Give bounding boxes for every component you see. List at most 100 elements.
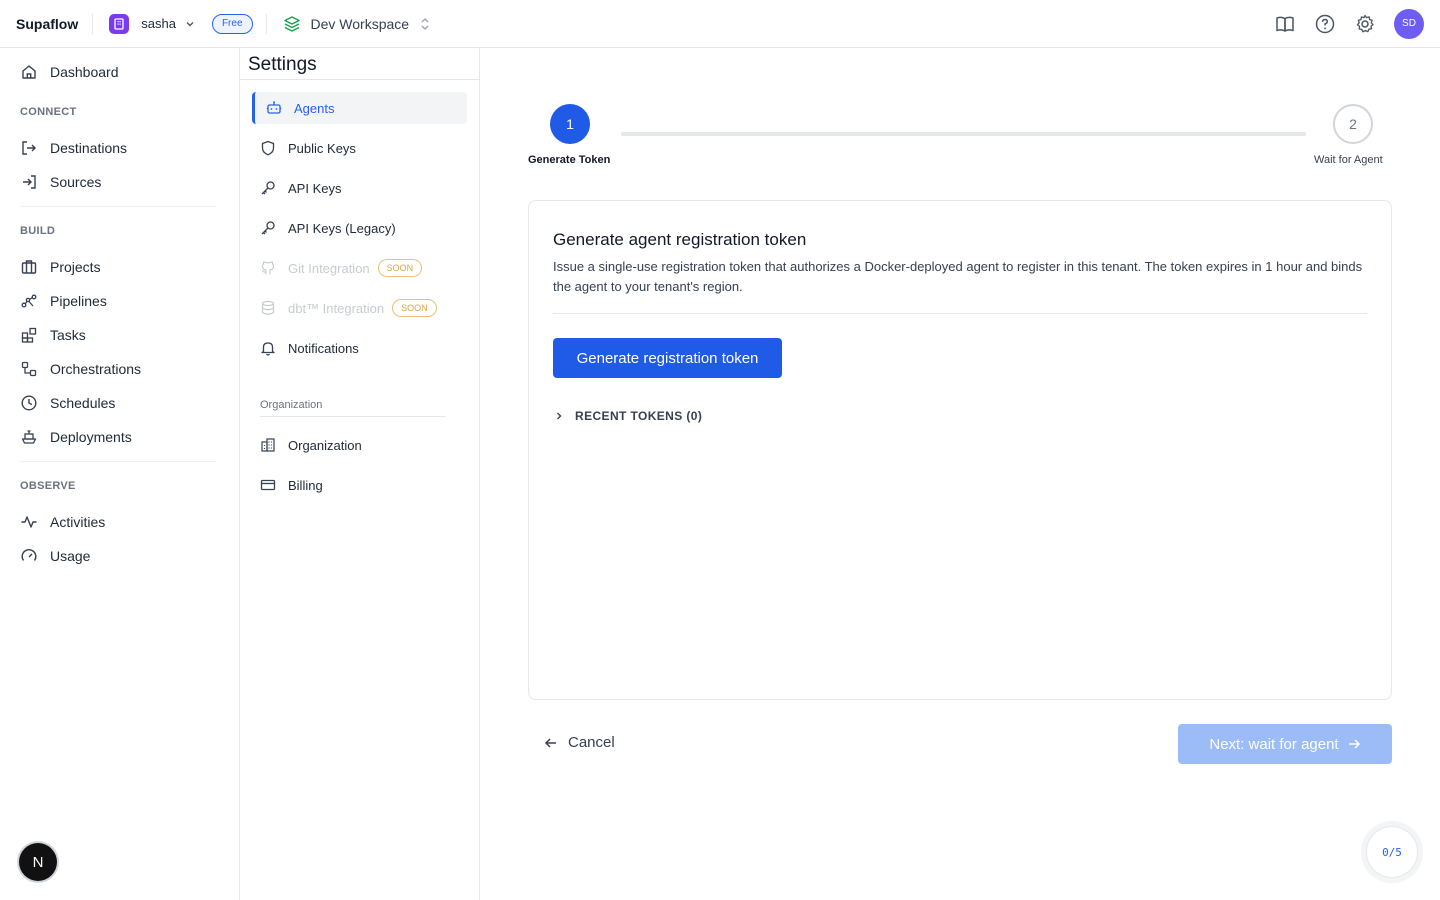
workspace-selector[interactable]: Dev Workspace: [311, 16, 410, 32]
sidebar-item-pipelines[interactable]: Pipelines: [20, 289, 107, 313]
bell-icon: [260, 340, 278, 356]
card-description: Issue a single-use registration token th…: [553, 259, 1363, 294]
settings-item-agents[interactable]: Agents: [252, 92, 467, 124]
gauge-icon: [20, 547, 40, 565]
settings-item-billing[interactable]: Billing: [252, 469, 467, 501]
book-icon[interactable]: [1274, 13, 1296, 35]
key-icon: [260, 220, 278, 236]
log-in-icon: [20, 173, 40, 191]
key-icon: [260, 180, 278, 196]
sidebar-item-dashboard[interactable]: Dashboard: [20, 60, 119, 84]
settings-item-api-keys-legacy[interactable]: API Keys (Legacy): [252, 212, 467, 244]
sidebar-item-label: Usage: [50, 548, 91, 564]
ship-icon: [20, 428, 40, 446]
brand-logo[interactable]: Supaflow: [16, 16, 78, 32]
sidebar-item-activities[interactable]: Activities: [20, 510, 105, 534]
sidebar-item-label: Sources: [50, 174, 102, 190]
settings-panel: Settings Agents Public Keys API Keys API…: [240, 48, 480, 900]
onboarding-progress[interactable]: 0/5: [1366, 826, 1418, 878]
org-name[interactable]: sasha: [141, 16, 176, 31]
github-icon: [260, 260, 278, 276]
layers-icon: [283, 15, 301, 33]
arrow-right-icon: [1347, 737, 1361, 751]
stepper-track: [621, 132, 1306, 136]
top-right-actions: SD: [1274, 8, 1424, 39]
settings-item-label: API Keys: [288, 180, 342, 196]
recent-tokens-toggle[interactable]: RECENT TOKENS (0): [553, 409, 702, 423]
sidebar-item-label: Projects: [50, 259, 101, 275]
progress-text: 0/5: [1382, 845, 1402, 859]
divider: [20, 206, 216, 207]
route-icon: [20, 360, 40, 378]
clock-icon: [20, 394, 40, 412]
main-sidebar: Dashboard CONNECT Destinations Sources B…: [0, 48, 240, 900]
sidebar-item-orchestrations[interactable]: Orchestrations: [20, 357, 141, 381]
soon-badge: SOON: [377, 259, 423, 277]
sidebar-item-destinations[interactable]: Destinations: [20, 136, 127, 160]
settings-item-dbt-integration: dbt™ Integration SOON: [252, 292, 467, 324]
divider: [265, 13, 267, 34]
cancel-button[interactable]: Cancel: [544, 734, 615, 751]
sidebar-item-label: Pipelines: [50, 293, 107, 309]
next-button[interactable]: Next: wait for agent: [1178, 724, 1392, 764]
briefcase-icon: [20, 258, 40, 276]
generate-token-button[interactable]: Generate registration token: [553, 338, 782, 378]
settings-item-label: Public Keys: [288, 140, 356, 156]
settings-item-organization[interactable]: Organization: [252, 429, 467, 461]
chevron-updown-icon[interactable]: [419, 16, 431, 32]
soon-badge: SOON: [392, 299, 437, 317]
step-2-label: Wait for Agent: [1314, 154, 1383, 166]
divider: [20, 461, 216, 462]
shield-icon: [260, 140, 278, 156]
user-avatar[interactable]: SD: [1394, 8, 1424, 39]
home-icon: [20, 63, 40, 81]
main-content: 1 2 Generate Token Wait for Agent Genera…: [480, 48, 1440, 900]
settings-item-label: Git Integration: [288, 260, 370, 276]
settings-item-label: dbt™ Integration: [288, 300, 385, 316]
devtools-button[interactable]: N: [19, 843, 57, 881]
settings-item-label: Agents: [294, 100, 335, 116]
divider: [92, 13, 94, 34]
arrow-left-icon: [544, 736, 558, 750]
plan-badge: Free: [211, 13, 253, 34]
gear-icon[interactable]: [1354, 13, 1376, 35]
building-icon: [260, 437, 278, 453]
sidebar-item-schedules[interactable]: Schedules: [20, 391, 115, 415]
step-1-label: Generate Token: [528, 154, 611, 166]
settings-item-label: Notifications: [288, 340, 359, 356]
cancel-label: Cancel: [568, 734, 615, 751]
divider: [553, 313, 1367, 314]
sidebar-item-sources[interactable]: Sources: [20, 170, 101, 194]
settings-item-notifications[interactable]: Notifications: [252, 332, 467, 364]
top-bar: Supaflow sasha Free Dev Workspace SD: [0, 0, 1440, 48]
settings-title: Settings: [248, 54, 317, 75]
settings-item-public-keys[interactable]: Public Keys: [252, 132, 467, 164]
settings-item-label: Organization: [288, 437, 362, 453]
sidebar-item-label: Activities: [50, 514, 106, 530]
chevron-down-icon[interactable]: [184, 18, 196, 30]
sidebar-item-label: Schedules: [50, 395, 116, 411]
sidebar-item-label: Dashboard: [50, 64, 119, 80]
sidebar-item-deployments[interactable]: Deployments: [20, 425, 132, 449]
step-1-indicator: 1: [550, 104, 590, 144]
settings-item-api-keys[interactable]: API Keys: [252, 172, 467, 204]
sidebar-item-usage[interactable]: Usage: [20, 544, 90, 568]
help-icon[interactable]: [1314, 13, 1336, 35]
org-avatar[interactable]: [109, 13, 130, 34]
sidebar-item-tasks[interactable]: Tasks: [20, 323, 86, 347]
divider: [240, 79, 479, 80]
sidebar-item-label: Destinations: [50, 140, 128, 156]
robot-icon: [266, 100, 284, 116]
workflow-icon: [20, 292, 40, 310]
log-out-icon: [20, 139, 40, 157]
recent-tokens-label: RECENT TOKENS (0): [575, 409, 703, 423]
settings-item-label: API Keys (Legacy): [288, 220, 396, 236]
database-icon: [260, 300, 278, 316]
section-label-build: BUILD: [20, 225, 56, 237]
blocks-icon: [20, 326, 40, 344]
sidebar-item-projects[interactable]: Projects: [20, 255, 101, 279]
card-title: Generate agent registration token: [553, 230, 807, 249]
settings-item-label: Billing: [288, 477, 323, 493]
activity-icon: [20, 513, 40, 531]
token-card: Generate agent registration token Issue …: [528, 200, 1392, 700]
